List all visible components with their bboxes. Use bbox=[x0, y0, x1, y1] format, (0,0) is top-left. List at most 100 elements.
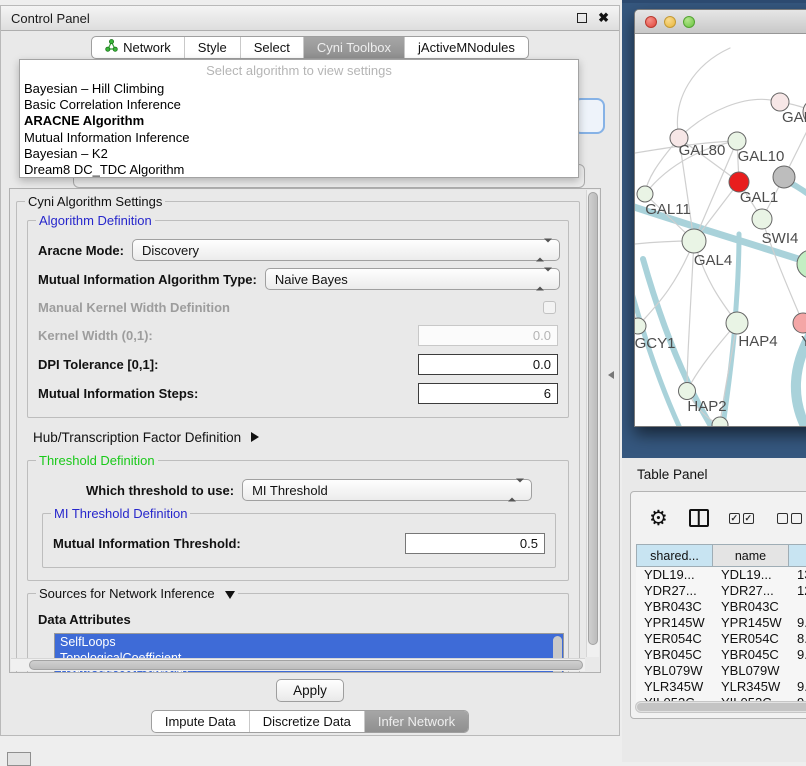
node-big-green[interactable] bbox=[797, 250, 806, 278]
table-row[interactable]: YLR345WYLR345W9. bbox=[636, 679, 806, 695]
scrollbar-thumb[interactable] bbox=[588, 192, 598, 645]
mi-steps-field[interactable]: 6 bbox=[418, 383, 558, 404]
apply-button[interactable]: Apply bbox=[276, 679, 344, 702]
node-label: GAL bbox=[782, 109, 806, 126]
dropdown-item[interactable]: Dream8 DC_TDC Algorithm bbox=[20, 162, 578, 178]
combo-spinner-icon bbox=[508, 483, 524, 498]
tab-style[interactable]: Style bbox=[184, 37, 240, 58]
mi-steps-label: Mutual Information Steps: bbox=[38, 386, 198, 401]
column-header[interactable]: name bbox=[713, 544, 789, 567]
aracne-mode-combo[interactable]: Discovery bbox=[132, 239, 560, 261]
select-all-checks-icon[interactable]: ✓✓ bbox=[729, 513, 757, 524]
tab-jactivemnodules[interactable]: jActiveMNodules bbox=[404, 37, 528, 58]
node-hap2[interactable] bbox=[679, 383, 696, 400]
split-columns-icon[interactable] bbox=[689, 509, 709, 527]
table-row[interactable]: YBR045CYBR045C9. bbox=[636, 647, 806, 663]
network-window-titlebar[interactable] bbox=[635, 10, 806, 34]
float-window-icon[interactable] bbox=[577, 13, 587, 23]
table-cell bbox=[789, 663, 806, 679]
network-graph[interactable]: GALGAL80GAL10GAL1GAL11SWI4GAL4GCY1HAP4YH… bbox=[635, 34, 806, 426]
dropdown-item[interactable]: Bayesian – Hill Climbing bbox=[20, 81, 578, 97]
table-cell: 9. bbox=[789, 679, 806, 695]
column-header[interactable]: shared... bbox=[636, 544, 713, 567]
mi-type-label: Mutual Information Algorithm Type: bbox=[38, 272, 257, 287]
dropdown-item[interactable]: Mutual Information Inference bbox=[20, 130, 578, 146]
network-canvas[interactable]: GALGAL80GAL10GAL1GAL11SWI4GAL4GCY1HAP4YH… bbox=[635, 34, 806, 426]
network-edge[interactable] bbox=[638, 241, 694, 326]
mi-threshold-definition-title: MI Threshold Definition bbox=[51, 506, 190, 521]
node-gal11[interactable] bbox=[637, 186, 653, 202]
tab-network-label: Network bbox=[123, 40, 171, 55]
attribute-list-item[interactable]: SelfLoops bbox=[55, 634, 563, 650]
combo-spinner-icon bbox=[536, 272, 552, 287]
network-edge[interactable] bbox=[679, 99, 780, 138]
tab-cyni-toolbox[interactable]: Cyni Toolbox bbox=[303, 37, 404, 58]
tab-network[interactable]: Network bbox=[92, 37, 184, 58]
table-rows: YDL19...YDL19...13YDR27...YDR27...12YBR0… bbox=[636, 567, 806, 711]
table-row[interactable]: YPR145WYPR145W9. bbox=[636, 615, 806, 631]
dropdown-item[interactable]: Basic Correlation Inference bbox=[20, 97, 578, 113]
table-cell: YBR043C bbox=[636, 599, 713, 615]
table-panel-body: ⚙ ✓✓ shared...nameA YDL19...YDL19...13YD… bbox=[630, 491, 806, 719]
table-cell: YPR145W bbox=[713, 615, 789, 631]
table-row[interactable]: YDR27...YDR27...12 bbox=[636, 583, 806, 599]
node-hap4[interactable] bbox=[726, 312, 748, 334]
deselect-all-checks-icon[interactable] bbox=[777, 513, 805, 524]
tab-discretize-data[interactable]: Discretize Data bbox=[249, 711, 364, 732]
dropdown-item[interactable]: Bayesian – K2 bbox=[20, 146, 578, 162]
node-label: GAL4 bbox=[694, 252, 732, 269]
manual-kernel-label: Manual Kernel Width Definition bbox=[38, 300, 230, 315]
dropdown-prompt: Select algorithm to view settings bbox=[20, 60, 578, 81]
node-salmon[interactable] bbox=[793, 313, 806, 333]
mi-threshold-label: Mutual Information Threshold: bbox=[53, 536, 241, 551]
kernel-width-field[interactable]: 0.0 bbox=[418, 325, 558, 346]
settings-horizontal-scrollbar[interactable] bbox=[11, 658, 585, 671]
tab-infer-network[interactable]: Infer Network bbox=[364, 711, 468, 732]
node-label: Y bbox=[801, 333, 806, 350]
collapse-down-icon bbox=[225, 591, 235, 599]
close-traffic-light-icon[interactable] bbox=[645, 16, 657, 28]
zoom-traffic-light-icon[interactable] bbox=[683, 16, 695, 28]
close-icon[interactable]: ✖ bbox=[598, 13, 609, 23]
hub-definition-row[interactable]: Hub/Transcription Factor Definition bbox=[33, 424, 571, 450]
node-gcy1[interactable] bbox=[635, 318, 646, 334]
manual-kernel-row: Manual Kernel Width Definition bbox=[38, 295, 560, 319]
tab-impute-data[interactable]: Impute Data bbox=[152, 711, 249, 732]
table-row[interactable]: YER054CYER054C8. bbox=[636, 631, 806, 647]
column-header[interactable]: A bbox=[789, 544, 806, 567]
mi-threshold-field[interactable]: 0.5 bbox=[405, 533, 545, 554]
gear-icon[interactable]: ⚙ bbox=[649, 508, 668, 529]
network-view-window[interactable]: GALGAL80GAL10GAL1GAL11SWI4GAL4GCY1HAP4YH… bbox=[634, 9, 806, 427]
control-panel-title: Control Panel bbox=[11, 11, 90, 26]
mi-steps-row: Mutual Information Steps: 6 bbox=[38, 380, 560, 406]
minimize-traffic-light-icon[interactable] bbox=[664, 16, 676, 28]
cyni-group-title: Cyni Algorithm Settings bbox=[25, 194, 165, 209]
dpi-tolerance-field[interactable]: 0.0 bbox=[418, 354, 558, 375]
manual-kernel-checkbox[interactable] bbox=[543, 301, 556, 314]
splitter-collapse-icon[interactable] bbox=[608, 371, 614, 379]
node-gray[interactable] bbox=[773, 166, 795, 188]
table-row[interactable]: YBR043CYBR043C bbox=[636, 599, 806, 615]
minimized-panel-button[interactable] bbox=[7, 752, 31, 766]
node-gal1[interactable] bbox=[752, 209, 772, 229]
table-cell: 9. bbox=[789, 647, 806, 663]
dpi-tolerance-label: DPI Tolerance [0,1]: bbox=[38, 357, 158, 372]
node-label: GCY1 bbox=[635, 335, 675, 352]
network-edge[interactable] bbox=[677, 48, 730, 138]
mi-type-combo[interactable]: Naive Bayes bbox=[265, 268, 560, 290]
algorithm-definition-group: Algorithm Definition Aracne Mode: Discov… bbox=[27, 220, 569, 418]
settings-vertical-scrollbar[interactable] bbox=[586, 190, 599, 657]
which-threshold-label: Which threshold to use: bbox=[86, 483, 234, 498]
dropdown-item[interactable]: ARACNE Algorithm bbox=[20, 113, 578, 129]
table-row[interactable]: YDL19...YDL19...13 bbox=[636, 567, 806, 583]
scrollbar-thumb[interactable] bbox=[29, 660, 583, 670]
node-gal4[interactable] bbox=[682, 229, 706, 253]
scrollbar-thumb[interactable] bbox=[637, 703, 806, 711]
data-attributes-label: Data Attributes bbox=[38, 612, 560, 627]
sources-title[interactable]: Sources for Network Inference bbox=[36, 586, 238, 601]
tab-select[interactable]: Select bbox=[240, 37, 303, 58]
table-horizontal-scrollbar[interactable] bbox=[635, 701, 806, 713]
which-threshold-combo[interactable]: MI Threshold bbox=[242, 479, 532, 501]
table-cell: YER054C bbox=[713, 631, 789, 647]
table-row[interactable]: YBL079WYBL079W bbox=[636, 663, 806, 679]
